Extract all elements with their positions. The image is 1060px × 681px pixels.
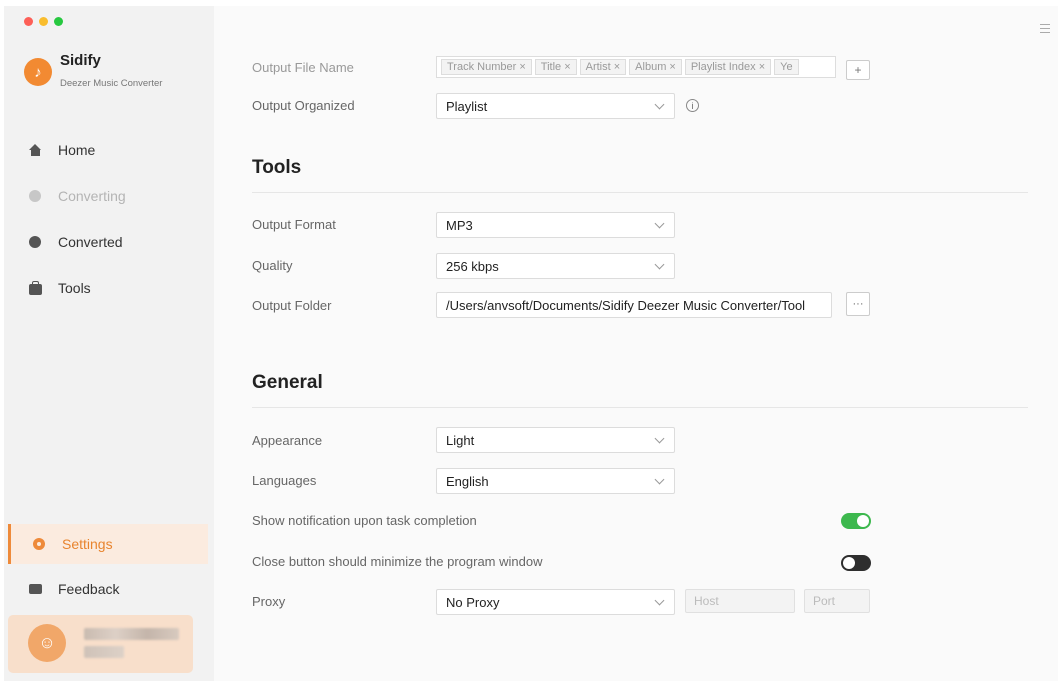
appearance-label: Appearance <box>252 433 323 448</box>
file-name-tags-field[interactable]: Track Number × Title × Artist × Album × … <box>436 56 836 78</box>
divider <box>252 192 1028 193</box>
app-logo-icon: ♪ <box>24 58 52 86</box>
menu-icon[interactable] <box>1040 24 1050 33</box>
app-name: Sidify <box>60 52 101 69</box>
chevron-down-icon <box>654 218 665 229</box>
toggle-knob <box>843 557 855 569</box>
close-window-button[interactable] <box>24 17 33 26</box>
home-icon <box>28 143 42 157</box>
toggle-knob <box>857 515 869 527</box>
select-value: Light <box>446 432 475 448</box>
output-organized-select[interactable]: Playlist <box>436 93 675 119</box>
output-organized-label: Output Organized <box>252 98 355 113</box>
settings-panel: Output File Name Track Number × Title × … <box>214 6 1058 681</box>
notification-label: Show notification upon task completion <box>252 513 477 528</box>
sidebar-item-tools[interactable]: Tools <box>4 268 214 308</box>
close-minimize-toggle[interactable] <box>841 555 871 571</box>
sidebar-item-label: Converted <box>58 234 123 250</box>
chevron-down-icon <box>654 433 665 444</box>
sidebar-item-converting[interactable]: Converting <box>4 176 214 216</box>
select-value: No Proxy <box>446 594 500 610</box>
blurred-user-detail <box>84 646 124 658</box>
close-minimize-label: Close button should minimize the program… <box>252 554 543 569</box>
select-value: 256 kbps <box>446 258 499 274</box>
chevron-down-icon <box>654 99 665 110</box>
converting-icon <box>28 189 42 203</box>
minimize-window-button[interactable] <box>39 17 48 26</box>
quality-select[interactable]: 256 kbps <box>436 253 675 279</box>
output-folder-label: Output Folder <box>252 298 332 313</box>
sidebar-item-home[interactable]: Home <box>4 130 214 170</box>
sidebar-item-converted[interactable]: Converted <box>4 222 214 262</box>
languages-label: Languages <box>252 473 317 488</box>
proxy-port-input[interactable]: Port <box>804 589 870 613</box>
sidebar-item-label: Converting <box>58 188 126 204</box>
sidebar: ♪ Sidify Deezer Music Converter Home Con… <box>4 6 214 681</box>
output-folder-field[interactable]: /Users/anvsoft/Documents/Sidify Deezer M… <box>436 292 832 318</box>
select-value: MP3 <box>446 217 473 233</box>
sidebar-item-feedback[interactable]: Feedback <box>4 569 214 609</box>
output-format-select[interactable]: MP3 <box>436 212 675 238</box>
select-value: Playlist <box>446 98 488 114</box>
proxy-select[interactable]: No Proxy <box>436 589 675 615</box>
tag-chip[interactable]: Track Number × <box>441 59 532 75</box>
proxy-host-input[interactable]: Host <box>685 589 795 613</box>
converted-icon <box>28 235 42 249</box>
output-format-label: Output Format <box>252 217 336 232</box>
notification-toggle[interactable] <box>841 513 871 529</box>
sidebar-item-label: Home <box>58 142 96 158</box>
blurred-username <box>84 628 179 640</box>
quality-label: Quality <box>252 258 293 273</box>
chevron-down-icon <box>654 595 665 606</box>
sidebar-item-label: Tools <box>58 280 91 296</box>
chevron-down-icon <box>654 259 665 270</box>
tag-chip[interactable]: Ye <box>774 59 799 75</box>
sidebar-item-settings[interactable]: Settings <box>8 524 208 564</box>
add-tag-button[interactable]: + <box>846 60 870 80</box>
general-section-title: General <box>252 372 323 393</box>
divider <box>252 407 1028 408</box>
avatar[interactable]: ☺ <box>28 624 66 662</box>
select-value: English <box>446 473 489 489</box>
tag-chip[interactable]: Album × <box>629 59 682 75</box>
tag-chip[interactable]: Title × <box>534 59 577 75</box>
appearance-select[interactable]: Light <box>436 427 675 453</box>
output-file-name-label: Output File Name <box>252 60 354 75</box>
tag-chip[interactable]: Playlist Index × <box>684 59 772 75</box>
languages-select[interactable]: English <box>436 468 675 494</box>
chevron-down-icon <box>654 474 665 485</box>
browse-folder-button[interactable]: ··· <box>846 292 870 316</box>
proxy-label: Proxy <box>252 594 286 609</box>
zoom-window-button[interactable] <box>54 17 63 26</box>
sidebar-item-label: Feedback <box>58 581 120 597</box>
tag-chip[interactable]: Artist × <box>579 59 627 75</box>
app-subtitle: Deezer Music Converter <box>60 78 163 89</box>
app-window: ♪ Sidify Deezer Music Converter Home Con… <box>4 6 1058 681</box>
toolbox-icon <box>28 280 42 295</box>
gear-icon <box>32 537 46 551</box>
feedback-icon <box>28 582 42 596</box>
sidebar-item-label: Settings <box>62 536 113 552</box>
tools-section-title: Tools <box>252 157 302 178</box>
info-icon[interactable]: i <box>686 99 699 112</box>
